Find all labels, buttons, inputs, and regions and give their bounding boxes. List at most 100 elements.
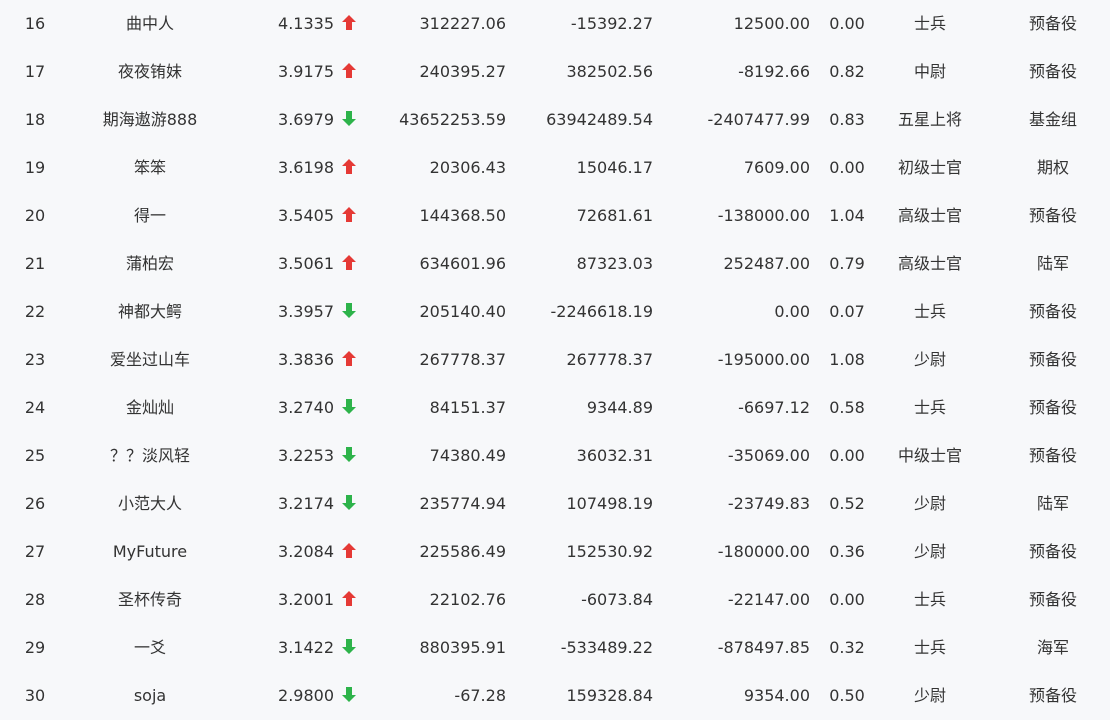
ratio-cell: 0.82 xyxy=(829,62,865,81)
title-cell: 士兵 xyxy=(913,638,946,657)
name-cell[interactable]: 得一 xyxy=(80,192,220,240)
arrow-down-icon xyxy=(342,624,360,672)
value-cell-3: 9354.00 xyxy=(743,686,810,705)
rank-cell: 18 xyxy=(24,110,46,129)
arrow-down-icon xyxy=(342,432,360,480)
name-cell[interactable]: 爱坐过山车 xyxy=(80,336,220,384)
table-row[interactable]: 28 圣杯传奇 3.2001 22102.76 -6073.84 -22147.… xyxy=(0,576,1110,624)
value-cell-1: 144368.50 xyxy=(419,206,506,225)
arrow-up-icon xyxy=(342,0,360,48)
score-cell: 3.2253 xyxy=(278,446,334,465)
ratio-cell: 0.50 xyxy=(829,686,865,705)
arrow-down-icon xyxy=(342,384,360,432)
rank-cell: 25 xyxy=(24,446,46,465)
table-row[interactable]: 26 小范大人 3.2174 235774.94 107498.19 -2374… xyxy=(0,480,1110,528)
rank-cell: 17 xyxy=(24,62,46,81)
group-cell: 期权 xyxy=(1036,158,1069,177)
ratio-cell: 0.07 xyxy=(829,302,865,321)
group-cell: 基金组 xyxy=(1028,110,1077,129)
title-cell: 高级士官 xyxy=(897,206,962,225)
table-row[interactable]: 19 笨笨 3.6198 20306.43 15046.17 7609.00 0… xyxy=(0,144,1110,192)
arrow-down-icon xyxy=(342,288,360,336)
table-row[interactable]: 24 金灿灿 3.2740 84151.37 9344.89 -6697.12 … xyxy=(0,384,1110,432)
name-cell[interactable]: MyFuture xyxy=(80,528,220,576)
table-row[interactable]: 21 蒲柏宏 3.5061 634601.96 87323.03 252487.… xyxy=(0,240,1110,288)
value-cell-3: -23749.83 xyxy=(727,494,810,513)
arrow-up-icon xyxy=(342,336,360,384)
value-cell-1: 240395.27 xyxy=(419,62,506,81)
value-cell-3: -180000.00 xyxy=(717,542,810,561)
title-cell: 中尉 xyxy=(913,62,946,81)
value-cell-3: -22147.00 xyxy=(727,590,810,609)
rank-cell: 16 xyxy=(24,14,46,33)
title-cell: 五星上将 xyxy=(897,110,962,129)
name-cell[interactable]: 蒲柏宏 xyxy=(80,240,220,288)
table-row[interactable]: 18 期海遨游888 3.6979 43652253.59 63942489.5… xyxy=(0,96,1110,144)
value-cell-1: 22102.76 xyxy=(429,590,506,609)
value-cell-2: 63942489.54 xyxy=(546,110,653,129)
ratio-cell: 0.83 xyxy=(829,110,865,129)
value-cell-3: 7609.00 xyxy=(743,158,810,177)
rank-cell: 28 xyxy=(24,590,46,609)
table-row[interactable]: 29 一爻 3.1422 880395.91 -533489.22 -87849… xyxy=(0,624,1110,672)
value-cell-3: -195000.00 xyxy=(717,350,810,369)
name-cell[interactable]: 笨笨 xyxy=(80,144,220,192)
table-row[interactable]: 30 soja 2.9800 -67.28 159328.84 9354.00 … xyxy=(0,672,1110,720)
group-cell: 陆军 xyxy=(1036,494,1069,513)
value-cell-2: 87323.03 xyxy=(576,254,653,273)
table-row[interactable]: 16 曲中人 4.1335 312227.06 -15392.27 12500.… xyxy=(0,0,1110,48)
value-cell-3: 252487.00 xyxy=(723,254,810,273)
table-row[interactable]: 22 神都大鳄 3.3957 205140.40 -2246618.19 0.0… xyxy=(0,288,1110,336)
table-row[interactable]: 25 ？？淡风轻 3.2253 74380.49 36032.31 -35069… xyxy=(0,432,1110,480)
name-cell[interactable]: ？？淡风轻 xyxy=(80,432,220,480)
group-cell: 预备役 xyxy=(1028,686,1077,705)
arrow-up-icon xyxy=(342,144,360,192)
value-cell-2: 15046.17 xyxy=(576,158,653,177)
name-cell[interactable]: 神都大鳄 xyxy=(80,288,220,336)
name-cell[interactable]: soja xyxy=(80,672,220,720)
ratio-cell: 0.00 xyxy=(829,158,865,177)
score-cell: 3.2084 xyxy=(278,542,334,561)
group-cell: 陆军 xyxy=(1036,254,1069,273)
ratio-cell: 0.36 xyxy=(829,542,865,561)
rank-cell: 26 xyxy=(24,494,46,513)
score-cell: 3.3836 xyxy=(278,350,334,369)
value-cell-2: -533489.22 xyxy=(560,638,653,657)
title-cell: 少尉 xyxy=(913,350,946,369)
score-cell: 3.1422 xyxy=(278,638,334,657)
value-cell-2: 159328.84 xyxy=(566,686,653,705)
value-cell-3: 12500.00 xyxy=(733,14,810,33)
table-row[interactable]: 23 爱坐过山车 3.3836 267778.37 267778.37 -195… xyxy=(0,336,1110,384)
score-cell: 4.1335 xyxy=(278,14,334,33)
rank-cell: 23 xyxy=(24,350,46,369)
score-cell: 3.2174 xyxy=(278,494,334,513)
name-cell[interactable]: 夜夜铕妹 xyxy=(80,48,220,96)
name-cell[interactable]: 金灿灿 xyxy=(80,384,220,432)
arrow-up-icon xyxy=(342,528,360,576)
value-cell-2: -15392.27 xyxy=(570,14,653,33)
value-cell-2: -6073.84 xyxy=(581,590,653,609)
score-cell: 3.2740 xyxy=(278,398,334,417)
name-cell[interactable]: 一爻 xyxy=(80,624,220,672)
table-row[interactable]: 17 夜夜铕妹 3.9175 240395.27 382502.56 -8192… xyxy=(0,48,1110,96)
title-cell: 少尉 xyxy=(913,494,946,513)
group-cell: 预备役 xyxy=(1028,14,1077,33)
rank-cell: 21 xyxy=(24,254,46,273)
value-cell-1: 267778.37 xyxy=(419,350,506,369)
table-row[interactable]: 27 MyFuture 3.2084 225586.49 152530.92 -… xyxy=(0,528,1110,576)
value-cell-1: 634601.96 xyxy=(419,254,506,273)
name-cell[interactable]: 期海遨游888 xyxy=(80,96,220,144)
value-cell-2: 152530.92 xyxy=(566,542,653,561)
name-cell[interactable]: 曲中人 xyxy=(80,0,220,48)
ratio-cell: 0.58 xyxy=(829,398,865,417)
name-cell[interactable]: 圣杯传奇 xyxy=(80,576,220,624)
table-row[interactable]: 20 得一 3.5405 144368.50 72681.61 -138000.… xyxy=(0,192,1110,240)
name-cell[interactable]: 小范大人 xyxy=(80,480,220,528)
group-cell: 预备役 xyxy=(1028,62,1077,81)
value-cell-3: -35069.00 xyxy=(727,446,810,465)
value-cell-1: 205140.40 xyxy=(419,302,506,321)
value-cell-1: 312227.06 xyxy=(419,14,506,33)
value-cell-3: -138000.00 xyxy=(717,206,810,225)
title-cell: 中级士官 xyxy=(897,446,962,465)
score-cell: 2.9800 xyxy=(278,686,334,705)
